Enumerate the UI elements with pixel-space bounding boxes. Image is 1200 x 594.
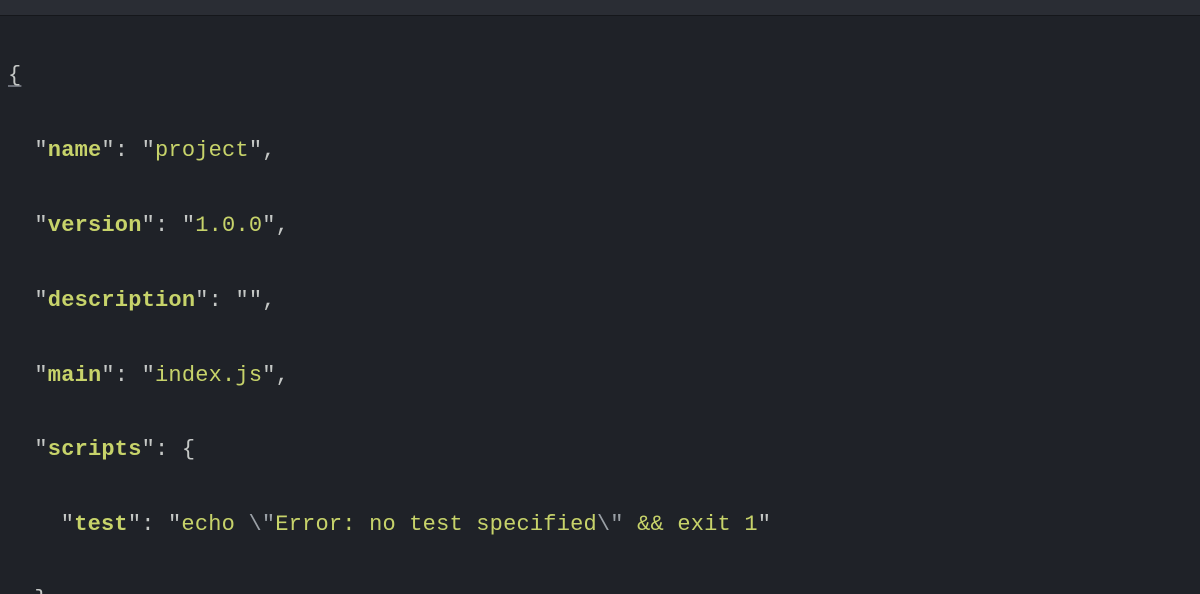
code-line: "test": "echo \"Error: no test specified… — [8, 506, 1192, 543]
code-line: "main": "index.js", — [8, 357, 1192, 394]
json-key: scripts — [48, 437, 142, 462]
code-line: }, — [8, 581, 1192, 594]
json-key: test — [74, 512, 128, 537]
json-value: 1.0.0 — [195, 213, 262, 238]
editor-tabstrip — [0, 0, 1200, 16]
json-value: project — [155, 138, 249, 163]
json-value: index.js — [155, 363, 262, 388]
json-key: description — [48, 288, 195, 313]
code-line: "version": "1.0.0", — [8, 207, 1192, 244]
json-key: main — [48, 363, 102, 388]
brace-open: { — [8, 63, 21, 88]
json-key: name — [48, 138, 102, 163]
code-line: "description": "", — [8, 282, 1192, 319]
code-editor[interactable]: { "name": "project", "version": "1.0.0",… — [0, 16, 1200, 594]
code-line: "scripts": { — [8, 431, 1192, 468]
code-line: "name": "project", — [8, 132, 1192, 169]
json-key: version — [48, 213, 142, 238]
